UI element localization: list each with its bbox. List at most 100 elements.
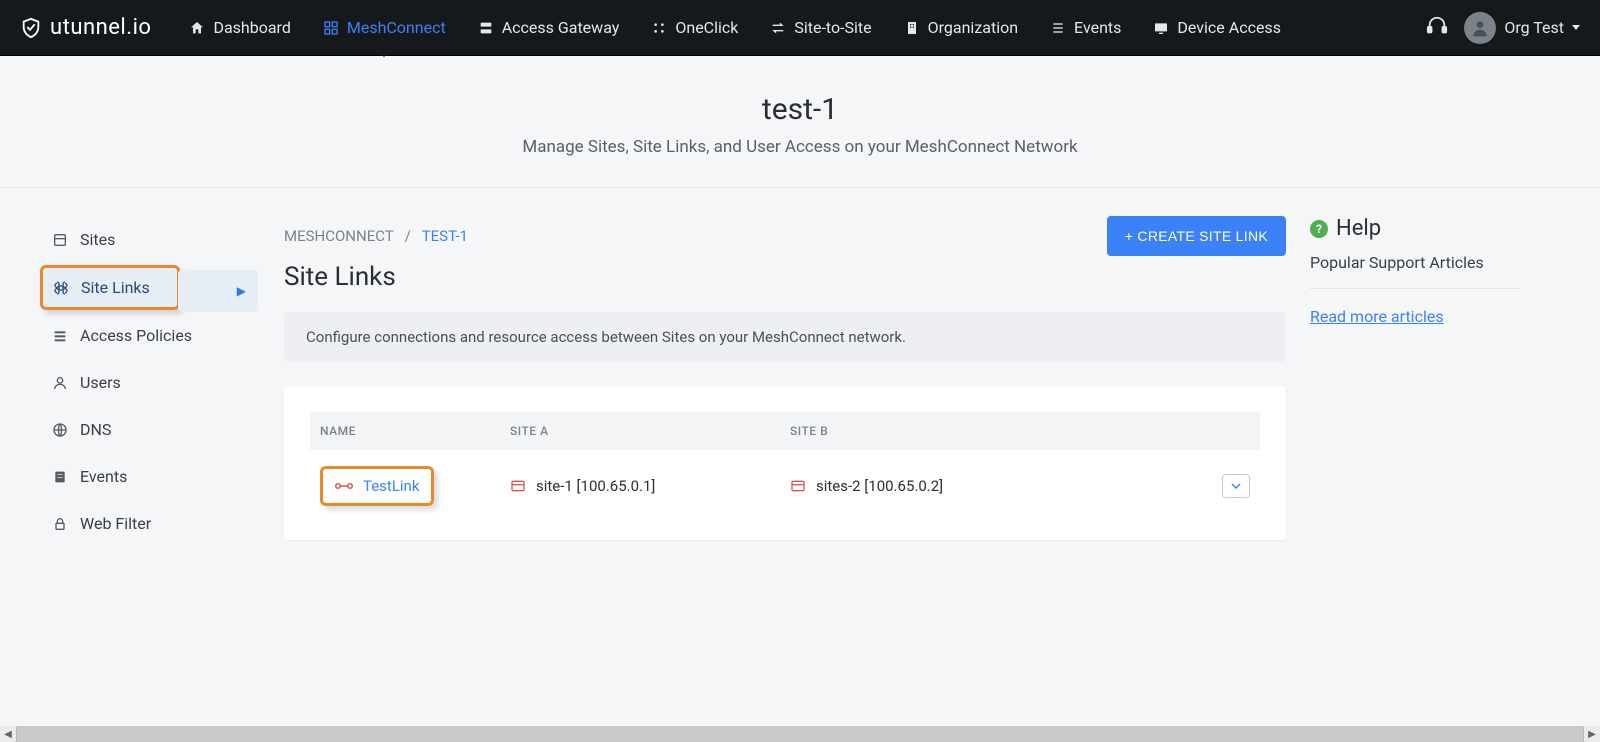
- nav-oneclick[interactable]: OneClick: [637, 10, 752, 45]
- server-icon: [478, 20, 494, 36]
- help-icon: ?: [1310, 220, 1328, 238]
- horizontal-scrollbar[interactable]: ◀ ▶: [0, 726, 1600, 742]
- breadcrumb-row: MESHCONNECT / TEST-1 + CREATE SITE LINK: [284, 216, 1286, 256]
- col-header-site-a: SITE A: [510, 424, 790, 438]
- main-content: MESHCONNECT / TEST-1 + CREATE SITE LINK …: [284, 216, 1286, 540]
- site-icon: [510, 478, 526, 494]
- page-header: test-1 Manage Sites, Site Links, and Use…: [0, 56, 1600, 188]
- table-header: NAME SITE A SITE B: [310, 412, 1260, 450]
- mesh-icon: [323, 20, 339, 36]
- site-link-testlink[interactable]: TestLink: [320, 466, 434, 506]
- support-button[interactable]: [1426, 15, 1448, 41]
- sidebar-item-access-policies[interactable]: Access Policies: [40, 312, 260, 359]
- page-subtitle: Manage Sites, Site Links, and User Acces…: [20, 137, 1580, 157]
- sidebar-label: Sites: [80, 230, 115, 249]
- nav-label: Access Gateway: [502, 18, 620, 37]
- nav-label: MeshConnect: [347, 18, 446, 37]
- nav-label: Events: [1074, 18, 1121, 37]
- sidebar-label: DNS: [80, 420, 111, 439]
- sidebar-label: Web Filter: [80, 514, 151, 533]
- scroll-track[interactable]: [16, 726, 1584, 742]
- highlight-site-links: Site Links: [40, 265, 180, 310]
- help-read-more-link[interactable]: Read more articles: [1310, 307, 1444, 326]
- site-links-table: NAME SITE A SITE B TestLink site-1 [10: [310, 412, 1260, 514]
- row-actions-dropdown[interactable]: [1222, 474, 1250, 498]
- nav-label: Device Access: [1177, 18, 1281, 37]
- home-icon: [189, 20, 205, 36]
- table-card: NAME SITE A SITE B TestLink site-1 [10: [284, 386, 1286, 540]
- avatar: [1464, 12, 1496, 44]
- nav-device-access[interactable]: Device Access: [1139, 10, 1295, 45]
- nav-organization[interactable]: Organization: [890, 10, 1032, 45]
- site-icon: [790, 478, 806, 494]
- monitor-icon: [1153, 20, 1169, 36]
- nav-dashboard[interactable]: Dashboard: [175, 10, 304, 45]
- link-name: TestLink: [363, 477, 419, 495]
- shield-icon: [20, 17, 42, 39]
- chevron-down-icon: [1231, 481, 1241, 491]
- sidebar-label: Access Policies: [80, 326, 192, 345]
- sidebar-item-web-filter[interactable]: Web Filter: [40, 500, 260, 547]
- cell-site-a: site-1 [100.65.0.1]: [510, 477, 790, 495]
- grid-icon: [651, 20, 667, 36]
- chevron-right-icon: ▶: [237, 284, 246, 298]
- globe-icon: [52, 422, 68, 438]
- breadcrumb: MESHCONNECT / TEST-1: [284, 227, 468, 245]
- sites-icon: [52, 232, 68, 248]
- help-title-text: Help: [1336, 216, 1381, 241]
- sidebar-item-sites[interactable]: Sites: [40, 216, 260, 263]
- breadcrumb-root[interactable]: MESHCONNECT: [284, 227, 393, 245]
- help-subtitle: Popular Support Articles: [1310, 253, 1520, 289]
- events-icon: [52, 469, 68, 485]
- user-name: Org Test: [1504, 18, 1564, 37]
- user-icon: [52, 375, 68, 391]
- cell-site-b: sites-2 [100.65.0.2]: [790, 477, 1190, 495]
- page-title: test-1: [20, 92, 1580, 127]
- scroll-left-arrow[interactable]: ◀: [0, 726, 16, 742]
- user-menu[interactable]: Org Test: [1464, 12, 1580, 44]
- nav-events[interactable]: Events: [1036, 10, 1135, 45]
- brand-logo[interactable]: utunnel.io: [20, 15, 151, 40]
- breadcrumb-current[interactable]: TEST-1: [422, 227, 468, 245]
- nav-access-gateway[interactable]: Access Gateway: [464, 10, 634, 45]
- sidebar-active-tail: ▶: [178, 270, 258, 312]
- col-header-site-b: SITE B: [790, 424, 1190, 438]
- sidebar-label: Events: [80, 467, 127, 486]
- link-icon: [335, 480, 353, 492]
- sidebar-item-events[interactable]: Events: [40, 453, 260, 500]
- table-row: TestLink site-1 [100.65.0.1] sites-2 [10…: [310, 450, 1260, 514]
- swap-icon: [770, 20, 786, 36]
- brand-text: utunnel.io: [50, 15, 151, 40]
- help-title: ? Help: [1310, 216, 1520, 241]
- nav-label: Dashboard: [213, 18, 290, 37]
- col-header-name: NAME: [320, 424, 510, 438]
- lock-icon: [52, 516, 68, 532]
- main-container: Sites Site Links ▶ Access Policies Users…: [0, 188, 1560, 587]
- top-nav: utunnel.io Dashboard MeshConnect Access …: [0, 0, 1600, 56]
- nav-meshconnect[interactable]: MeshConnect: [309, 10, 460, 45]
- nav-label: OneClick: [675, 18, 738, 37]
- sidebar: Sites Site Links ▶ Access Policies Users…: [40, 216, 260, 547]
- col-header-actions: [1190, 424, 1250, 438]
- sidebar-item-dns[interactable]: DNS: [40, 406, 260, 453]
- section-title: Site Links: [284, 262, 1286, 292]
- nav-items: Dashboard MeshConnect Access Gateway One…: [175, 10, 1420, 45]
- list-icon: [1050, 20, 1066, 36]
- site-b-text: sites-2 [100.65.0.2]: [816, 477, 943, 495]
- create-site-link-button[interactable]: + CREATE SITE LINK: [1107, 216, 1286, 256]
- headset-icon: [1426, 15, 1448, 37]
- nav-right: Org Test: [1426, 12, 1580, 44]
- sidebar-item-users[interactable]: Users: [40, 359, 260, 406]
- command-icon: [53, 280, 69, 296]
- nav-site-to-site[interactable]: Site-to-Site: [756, 10, 885, 45]
- policies-icon: [52, 328, 68, 344]
- sidebar-item-site-links[interactable]: Site Links: [43, 268, 177, 307]
- nav-label: Site-to-Site: [794, 18, 871, 37]
- sidebar-label: Site Links: [81, 278, 150, 297]
- scroll-right-arrow[interactable]: ▶: [1584, 726, 1600, 742]
- breadcrumb-sep: /: [405, 227, 411, 245]
- nav-label: Organization: [928, 18, 1018, 37]
- help-panel: ? Help Popular Support Articles Read mor…: [1310, 216, 1520, 326]
- building-icon: [904, 20, 920, 36]
- sidebar-label: Users: [80, 373, 121, 392]
